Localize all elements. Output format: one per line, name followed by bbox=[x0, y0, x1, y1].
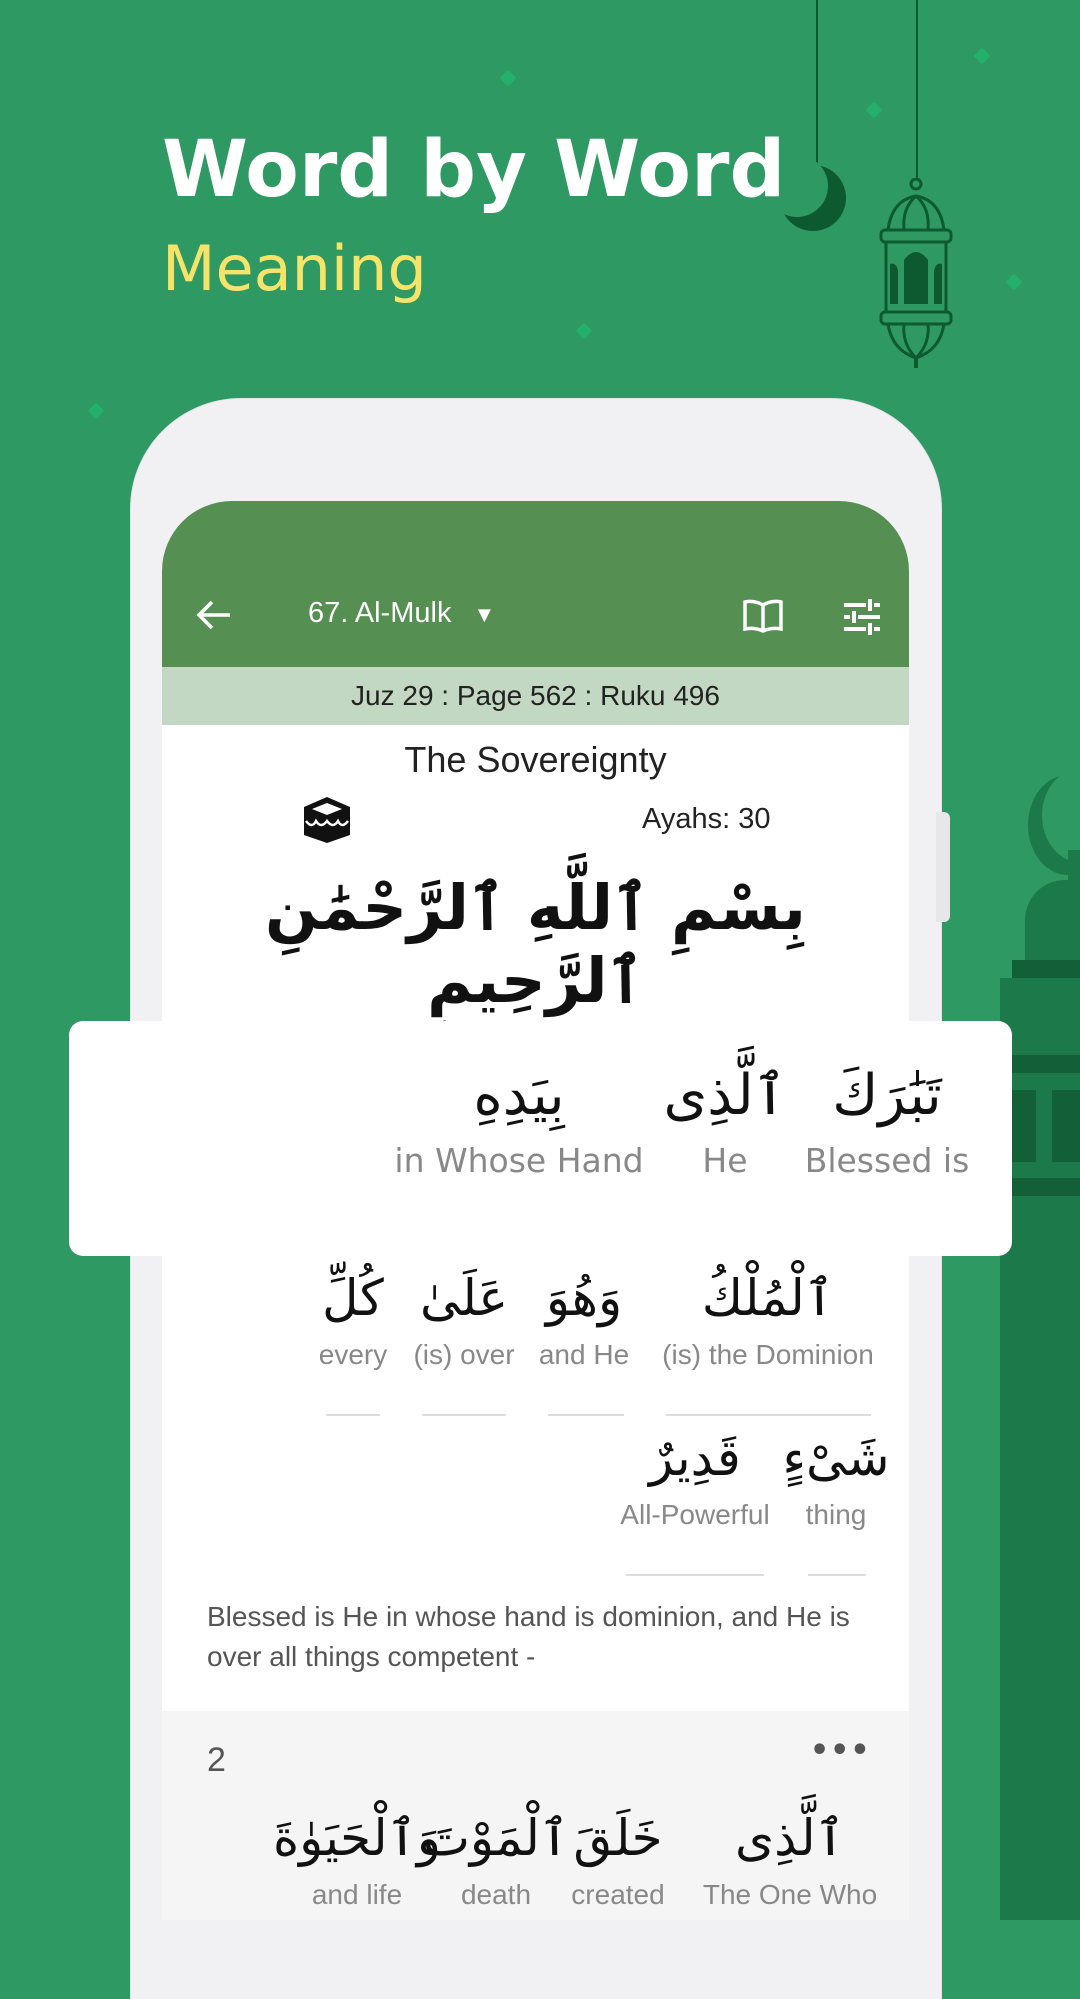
word-underline bbox=[326, 1414, 380, 1416]
lantern-string bbox=[916, 0, 918, 180]
mosque-ledge bbox=[1012, 960, 1080, 978]
word-arabic: ٱلْمُلْكُ bbox=[701, 1269, 835, 1327]
ayah-count: Ayahs: 30 bbox=[642, 803, 771, 835]
word-item[interactable]: ٱلَّذِى The One Who bbox=[703, 1803, 877, 1911]
mosque-band bbox=[1000, 1178, 1080, 1196]
phone-side-button bbox=[936, 812, 950, 922]
highlighted-words-card: تَبَٰرَكَ Blessed is ٱلَّذِى He بِيَدِهِ in… bbox=[69, 1021, 1012, 1256]
settings-sliders-icon[interactable] bbox=[842, 597, 882, 637]
juz-page-ruku-info: Juz 29 : Page 562 : Ruku 496 bbox=[162, 667, 909, 725]
word-arabic: قَدِيرٌ bbox=[649, 1429, 741, 1487]
word-item[interactable]: كُلِّ every bbox=[319, 1263, 387, 1371]
word-meaning: (is) the Dominion bbox=[662, 1339, 874, 1370]
word-underline bbox=[626, 1574, 764, 1576]
mosque-dome bbox=[1025, 880, 1080, 960]
ayah-2-section: 2 ••• ٱلَّذِى The One Who خَلَقَ created ٱ… bbox=[162, 1711, 909, 1920]
word-meaning: and life bbox=[311, 1879, 403, 1910]
word-item[interactable]: قَدِيرٌ All-Powerful bbox=[620, 1423, 769, 1531]
word-arabic: شَىْءٍ bbox=[782, 1429, 890, 1487]
word-meaning: death bbox=[460, 1879, 532, 1910]
back-arrow-icon[interactable] bbox=[196, 599, 232, 631]
promo-title: Word by Word bbox=[162, 125, 786, 215]
word-arabic: خَلَقَ bbox=[573, 1809, 663, 1867]
word-meaning: every bbox=[318, 1339, 388, 1370]
surah-selector[interactable]: 67. Al-Mulk ▼ bbox=[308, 597, 495, 630]
word-arabic: تَبَٰرَكَ bbox=[832, 1063, 942, 1128]
dropdown-arrow-icon: ▼ bbox=[473, 602, 496, 627]
word-meaning: created bbox=[571, 1879, 665, 1910]
mosque-band bbox=[1000, 1055, 1080, 1073]
word-arabic: بِيَدِهِ bbox=[473, 1063, 565, 1128]
word-arabic: ٱلَّذِى bbox=[735, 1809, 845, 1867]
word-meaning: (is) over bbox=[413, 1339, 515, 1370]
open-book-icon[interactable] bbox=[742, 599, 784, 633]
word-item[interactable]: وَٱلْحَيَوٰةَ and life bbox=[273, 1803, 441, 1911]
word-meaning: and He bbox=[538, 1339, 630, 1370]
word-item[interactable]: ٱلْمَوْتَ death bbox=[423, 1803, 569, 1911]
star-decoration bbox=[865, 101, 883, 119]
star-decoration bbox=[973, 47, 991, 65]
word-meaning: Blessed is bbox=[804, 1141, 970, 1180]
word-arabic: كُلِّ bbox=[322, 1269, 384, 1327]
word-meaning: All-Powerful bbox=[620, 1499, 770, 1530]
word-meaning: He bbox=[702, 1141, 748, 1180]
word-item[interactable]: ٱلَّذِى He bbox=[663, 1061, 786, 1180]
word-item[interactable]: ٱلْمُلْكُ (is) the Dominion bbox=[662, 1263, 874, 1371]
word-underline bbox=[666, 1414, 871, 1416]
word-item[interactable]: بِيَدِهِ in Whose Hand bbox=[394, 1061, 643, 1180]
word-underline bbox=[548, 1414, 624, 1416]
word-underline bbox=[808, 1574, 866, 1576]
word-arabic: وَٱلْحَيَوٰةَ bbox=[272, 1809, 442, 1867]
lantern-icon bbox=[879, 178, 953, 368]
word-item[interactable]: شَىْءٍ thing bbox=[782, 1423, 889, 1531]
word-meaning: The One Who bbox=[702, 1879, 878, 1910]
mosque-window bbox=[1012, 1090, 1036, 1162]
word-underline bbox=[422, 1414, 506, 1416]
word-item[interactable]: عَلَىٰ (is) over bbox=[413, 1263, 514, 1371]
star-decoration bbox=[1005, 273, 1023, 291]
more-options-icon[interactable]: ••• bbox=[810, 1733, 871, 1768]
ayah-number: 2 bbox=[207, 1741, 226, 1779]
surah-name: 67. Al-Mulk bbox=[308, 597, 452, 629]
word-item[interactable]: وَهُوَ and He bbox=[539, 1263, 629, 1371]
bismillah: بِسْمِ ٱللَّهِ ٱلرَّحْمَٰنِ ٱلرَّحِيمِ bbox=[265, 871, 806, 1017]
word-item[interactable]: خَلَقَ created bbox=[571, 1803, 664, 1911]
word-arabic: وَهُوَ bbox=[545, 1269, 623, 1327]
surah-english-name: The Sovereignty bbox=[404, 739, 667, 780]
star-decoration bbox=[499, 69, 517, 87]
star-decoration bbox=[575, 322, 593, 340]
moon-string bbox=[816, 0, 818, 168]
ayah-translation: Blessed is He in whose hand is dominion,… bbox=[207, 1601, 850, 1672]
word-meaning: thing bbox=[805, 1499, 867, 1530]
mosque-window bbox=[1052, 1090, 1080, 1162]
kaaba-icon bbox=[304, 797, 350, 843]
word-arabic: ٱلَّذِى bbox=[663, 1063, 787, 1128]
promo-subtitle: Meaning bbox=[162, 232, 427, 305]
crescent-moon-icon bbox=[766, 155, 846, 231]
word-item[interactable]: تَبَٰرَكَ Blessed is bbox=[805, 1061, 970, 1180]
word-arabic: عَلَىٰ bbox=[419, 1269, 509, 1327]
word-meaning: in Whose Hand bbox=[394, 1141, 644, 1180]
word-arabic: ٱلْمَوْتَ bbox=[422, 1809, 570, 1867]
star-decoration bbox=[87, 402, 105, 420]
app-bar: 67. Al-Mulk ▼ bbox=[162, 501, 909, 667]
